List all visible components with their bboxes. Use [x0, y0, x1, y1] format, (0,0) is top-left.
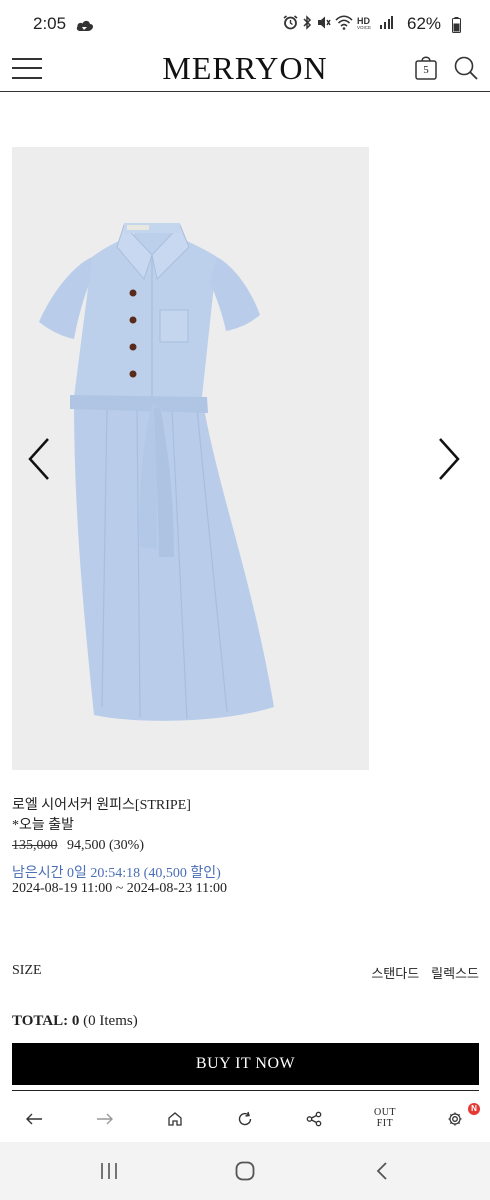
size-option-relaxed[interactable]: 릴렉스드	[431, 963, 479, 982]
total: TOTAL: 0 (0 Items)	[12, 1013, 138, 1030]
outfit-label-2: FIT	[376, 1118, 394, 1129]
sale-period: 2024-08-19 11:00 ~ 2024-08-23 11:00	[12, 881, 227, 896]
size-label: SIZE	[12, 963, 42, 978]
signal-icon	[380, 16, 393, 29]
buy-it-now-button[interactable]: BUY IT NOW	[12, 1043, 479, 1085]
status-bar: 2:05 HD VOICE 62%	[0, 0, 490, 52]
product-name: 로엘 시어서커 원피스[STRIPE]	[12, 798, 191, 813]
bluetooth-icon	[303, 15, 312, 30]
mute-icon	[318, 16, 331, 29]
sale-price: 94,500 (30%)	[67, 838, 144, 853]
browser-toolbar: OUT FIT N	[0, 1094, 490, 1142]
site-header: MERRYON 5	[0, 52, 490, 92]
shipping-note: *오늘 출발	[12, 818, 75, 833]
search-icon[interactable]	[453, 55, 479, 85]
original-price: 135,000	[12, 838, 58, 853]
cart-button[interactable]: 5	[414, 54, 438, 80]
cart-count: 5	[423, 64, 429, 76]
chevron-right-icon	[439, 438, 460, 480]
settings-gear-icon[interactable]	[443, 1108, 467, 1130]
total-label: TOTAL: 0	[12, 1013, 80, 1029]
size-options: 스탠다드 릴렉스드	[371, 963, 479, 982]
battery-icon	[452, 17, 461, 37]
divider	[12, 1090, 479, 1091]
countdown-timer: 남은시간 0일 20:54:18 (40,500 할인)	[12, 866, 221, 881]
home-icon[interactable]	[163, 1108, 187, 1130]
battery-percent: 62%	[407, 14, 442, 33]
status-time: 2:05	[33, 14, 67, 33]
image-next-arrow[interactable]	[432, 436, 464, 482]
product-image[interactable]	[12, 147, 369, 770]
forward-icon[interactable]	[93, 1108, 117, 1130]
wifi-icon	[335, 15, 353, 30]
back-icon[interactable]	[22, 1108, 46, 1130]
system-navigation-bar	[0, 1142, 490, 1200]
size-option-standard[interactable]: 스탠다드	[371, 963, 419, 982]
home-nav-icon[interactable]	[234, 1160, 256, 1182]
outfit-label-1: OUT	[373, 1107, 397, 1118]
alarm-icon	[283, 15, 298, 30]
hd-voice-icon: HDVOICE	[357, 16, 371, 30]
cloud-notification-icon	[76, 17, 94, 36]
share-icon[interactable]	[302, 1108, 326, 1130]
outfit-button[interactable]: OUT FIT	[370, 1107, 400, 1129]
svg-text:VOICE: VOICE	[357, 25, 371, 30]
image-prev-arrow[interactable]	[24, 436, 56, 482]
refresh-icon[interactable]	[233, 1108, 257, 1130]
recent-apps-icon[interactable]	[98, 1160, 120, 1182]
new-badge: N	[468, 1103, 480, 1115]
back-nav-icon[interactable]	[374, 1160, 390, 1182]
chevron-left-icon	[28, 438, 49, 480]
total-items: (0 Items)	[83, 1013, 138, 1029]
status-icons: HD VOICE	[283, 15, 393, 30]
price-row: 135,000 94,500 (30%)	[12, 838, 144, 854]
